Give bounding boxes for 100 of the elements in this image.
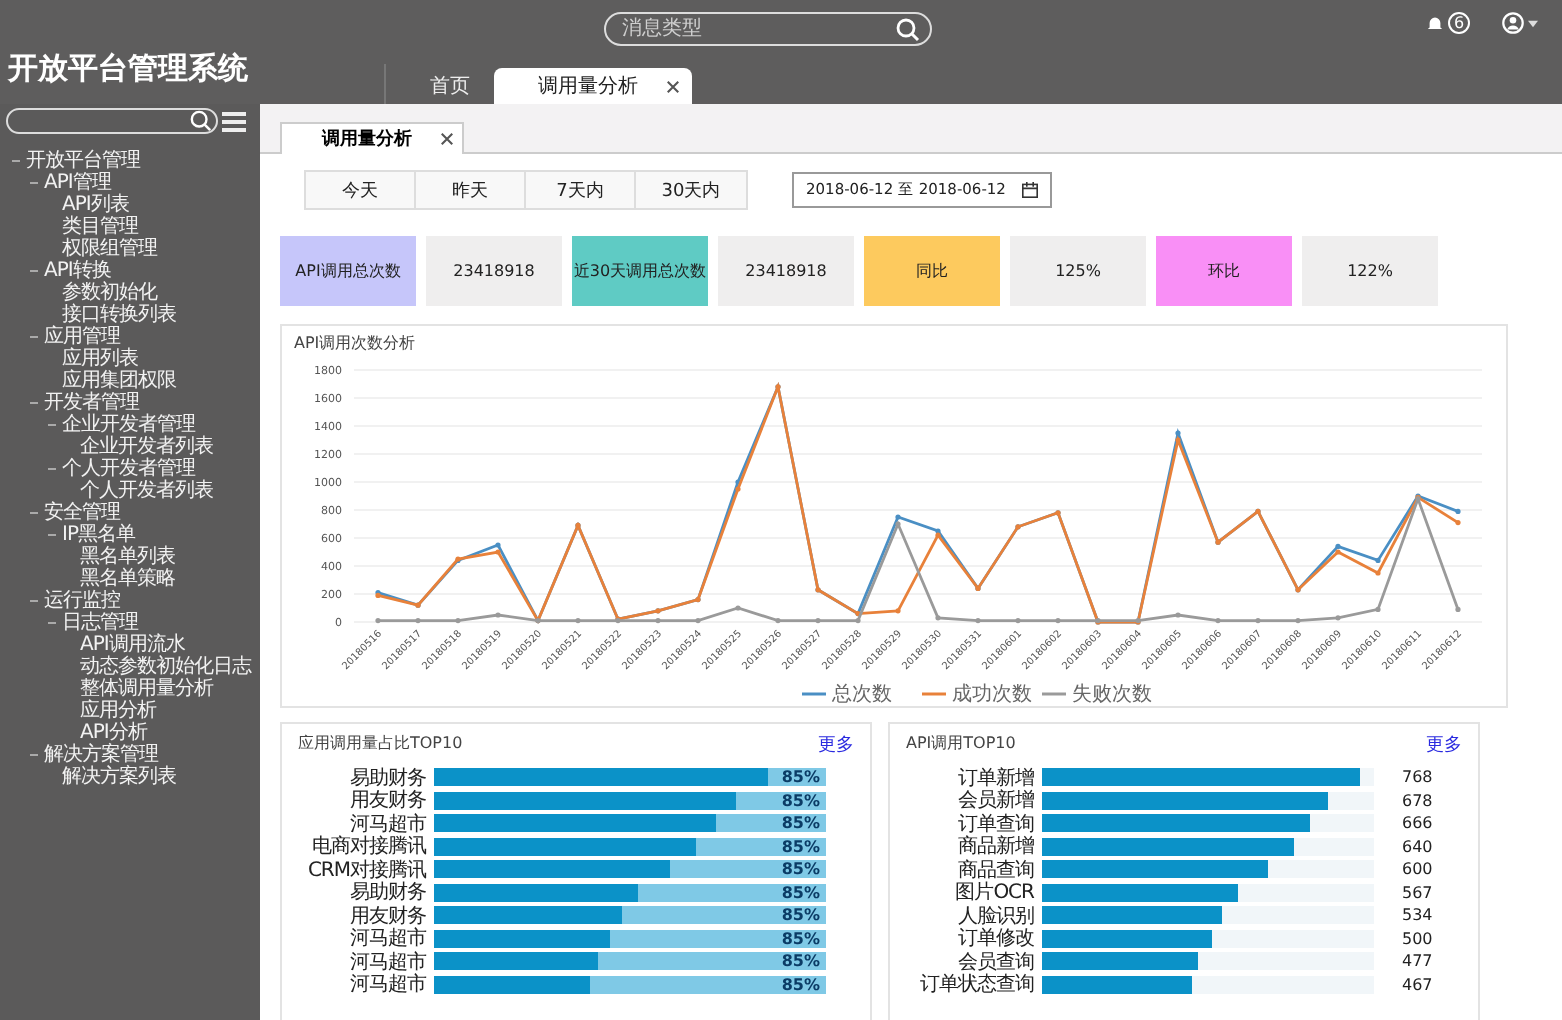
menu-item[interactable]: 应用分析 (80, 700, 156, 722)
row-label: CRM对接腾讯 (305, 857, 426, 882)
search-icon[interactable] (190, 110, 212, 132)
percent-label: 85% (781, 766, 820, 789)
menu-item[interactable]: 黑名单列表 (80, 546, 175, 568)
range-button[interactable]: 7天内 (526, 172, 636, 208)
menu-item[interactable]: API分析 (80, 722, 147, 744)
menu-item[interactable]: 解决方案管理 (44, 744, 158, 766)
menu-item[interactable]: 个人开发者管理 (62, 458, 195, 480)
percent-label: 85% (781, 812, 820, 835)
row-label: 商品新增 (956, 833, 1034, 859)
row-label: 订单新增 (956, 765, 1034, 790)
menu-item[interactable]: 企业开发者管理 (62, 414, 195, 436)
row-label: 河马超市 (350, 811, 426, 836)
search-field[interactable] (6, 108, 218, 134)
menu-item[interactable]: 解决方案列表 (62, 766, 176, 788)
range-button[interactable]: 昨天 (416, 172, 526, 208)
row-label: 会员查询 (958, 949, 1034, 974)
calendar-icon[interactable] (1021, 182, 1038, 198)
count-label: 567 (1400, 883, 1435, 902)
menu-item[interactable]: 参数初始化 (62, 282, 157, 304)
panel-title: 应用调用量占比TOP10 (298, 732, 463, 756)
menu-item[interactable]: API列表 (62, 194, 129, 216)
bell-icon[interactable] (1426, 14, 1444, 32)
close-icon[interactable] (666, 79, 680, 93)
panel-title: API调用TOP10 (906, 732, 1016, 756)
row-label: 订单查询 (956, 811, 1034, 836)
range-button[interactable]: 30天内 (636, 172, 746, 208)
count-label: 640 (1400, 837, 1435, 856)
tab[interactable]: 调用量分析 (280, 122, 464, 154)
menu-item[interactable]: 运行监控 (44, 590, 120, 612)
percent-label: 85% (781, 927, 820, 950)
percent-label: 85% (781, 858, 820, 881)
menu-item[interactable]: 黑名单策略 (80, 568, 175, 590)
more-link[interactable]: 更多 (818, 732, 854, 758)
count-label: 666 (1400, 814, 1435, 833)
percent-label: 85% (781, 835, 820, 858)
stat-label: 同比 (864, 236, 1000, 306)
row-label: 河马超市 (348, 949, 426, 974)
tab[interactable]: 首页 (406, 68, 494, 104)
menu-item[interactable]: 权限组管理 (62, 238, 157, 260)
row-label: 河马超市 (348, 925, 426, 951)
stat-value: 23418918 (718, 236, 854, 306)
chart-title: API调用次数分析 (294, 332, 416, 354)
legend-label: 总次数 (832, 684, 892, 706)
menu-item[interactable]: 日志管理 (62, 612, 138, 634)
menu-item[interactable]: API调用流水 (80, 634, 185, 656)
close-icon[interactable] (440, 132, 454, 146)
percent-label: 85% (781, 881, 820, 904)
stat-label: API调用总次数 (280, 236, 416, 306)
menu-item[interactable]: 应用管理 (44, 326, 120, 348)
percent-label: 85% (781, 950, 820, 973)
app-title: 开放平台管理系统 (5, 50, 250, 90)
menu-item[interactable]: 开放平台管理 (26, 150, 140, 172)
row-label: 易助财务 (348, 765, 426, 790)
count-label: 467 (1400, 975, 1435, 994)
stat-value: 122% (1302, 236, 1438, 306)
search-field[interactable]: 消息类型 (604, 12, 932, 46)
row-label: 易助财务 (348, 879, 426, 905)
row-label: 用友财务 (348, 787, 426, 813)
user-icon[interactable] (1502, 12, 1524, 34)
stat-value: 125% (1010, 236, 1146, 306)
caret-icon[interactable] (1528, 19, 1538, 27)
tab[interactable]: 调用量分析 (494, 68, 692, 104)
count-label: 500 (1400, 929, 1435, 948)
count-label: 600 (1400, 860, 1435, 879)
row-label: 会员新增 (956, 787, 1034, 813)
row-label: 商品查询 (956, 857, 1034, 882)
stat-label: 近30天调用总次数 (572, 236, 708, 306)
row-label: 河马超市 (348, 971, 426, 999)
menu-item[interactable]: 个人开发者列表 (80, 480, 213, 502)
menu-item[interactable]: 类目管理 (62, 216, 138, 238)
row-label: 订单状态查询 (918, 971, 1034, 999)
menu-item[interactable]: 接口转换列表 (62, 304, 176, 326)
search-icon[interactable] (896, 17, 920, 41)
menu-item[interactable]: 应用集团权限 (62, 370, 176, 392)
row-label: 电商对接腾讯 (310, 833, 426, 859)
legend-label: 成功次数 (952, 684, 1032, 706)
menu-item[interactable]: API转换 (44, 260, 111, 282)
row-label: 人脸识别 (956, 903, 1034, 928)
count-label: 768 (1400, 768, 1435, 787)
count-label: 678 (1400, 791, 1435, 810)
count-label: 477 (1400, 952, 1435, 971)
count-label: 534 (1400, 906, 1435, 925)
range-button[interactable]: 今天 (306, 172, 416, 208)
stat-value: 23418918 (426, 236, 562, 306)
row-label: 图片OCR (953, 879, 1034, 906)
menu-item[interactable]: 应用列表 (62, 348, 138, 370)
legend-label: 失败次数 (1072, 684, 1152, 706)
notification-badge: 6 (1448, 12, 1470, 34)
menu-item[interactable]: API管理 (44, 172, 111, 194)
menu-item[interactable]: 企业开发者列表 (80, 436, 213, 458)
menu-item[interactable]: IP黑名单 (62, 524, 135, 546)
menu-icon[interactable] (222, 109, 246, 133)
stat-label: 环比 (1156, 236, 1292, 306)
menu-item[interactable]: 动态参数初始化日志 (80, 656, 251, 678)
menu-item[interactable]: 开发者管理 (44, 392, 139, 414)
more-link[interactable]: 更多 (1426, 732, 1462, 758)
menu-item[interactable]: 整体调用量分析 (80, 678, 213, 700)
menu-item[interactable]: 安全管理 (44, 502, 120, 524)
